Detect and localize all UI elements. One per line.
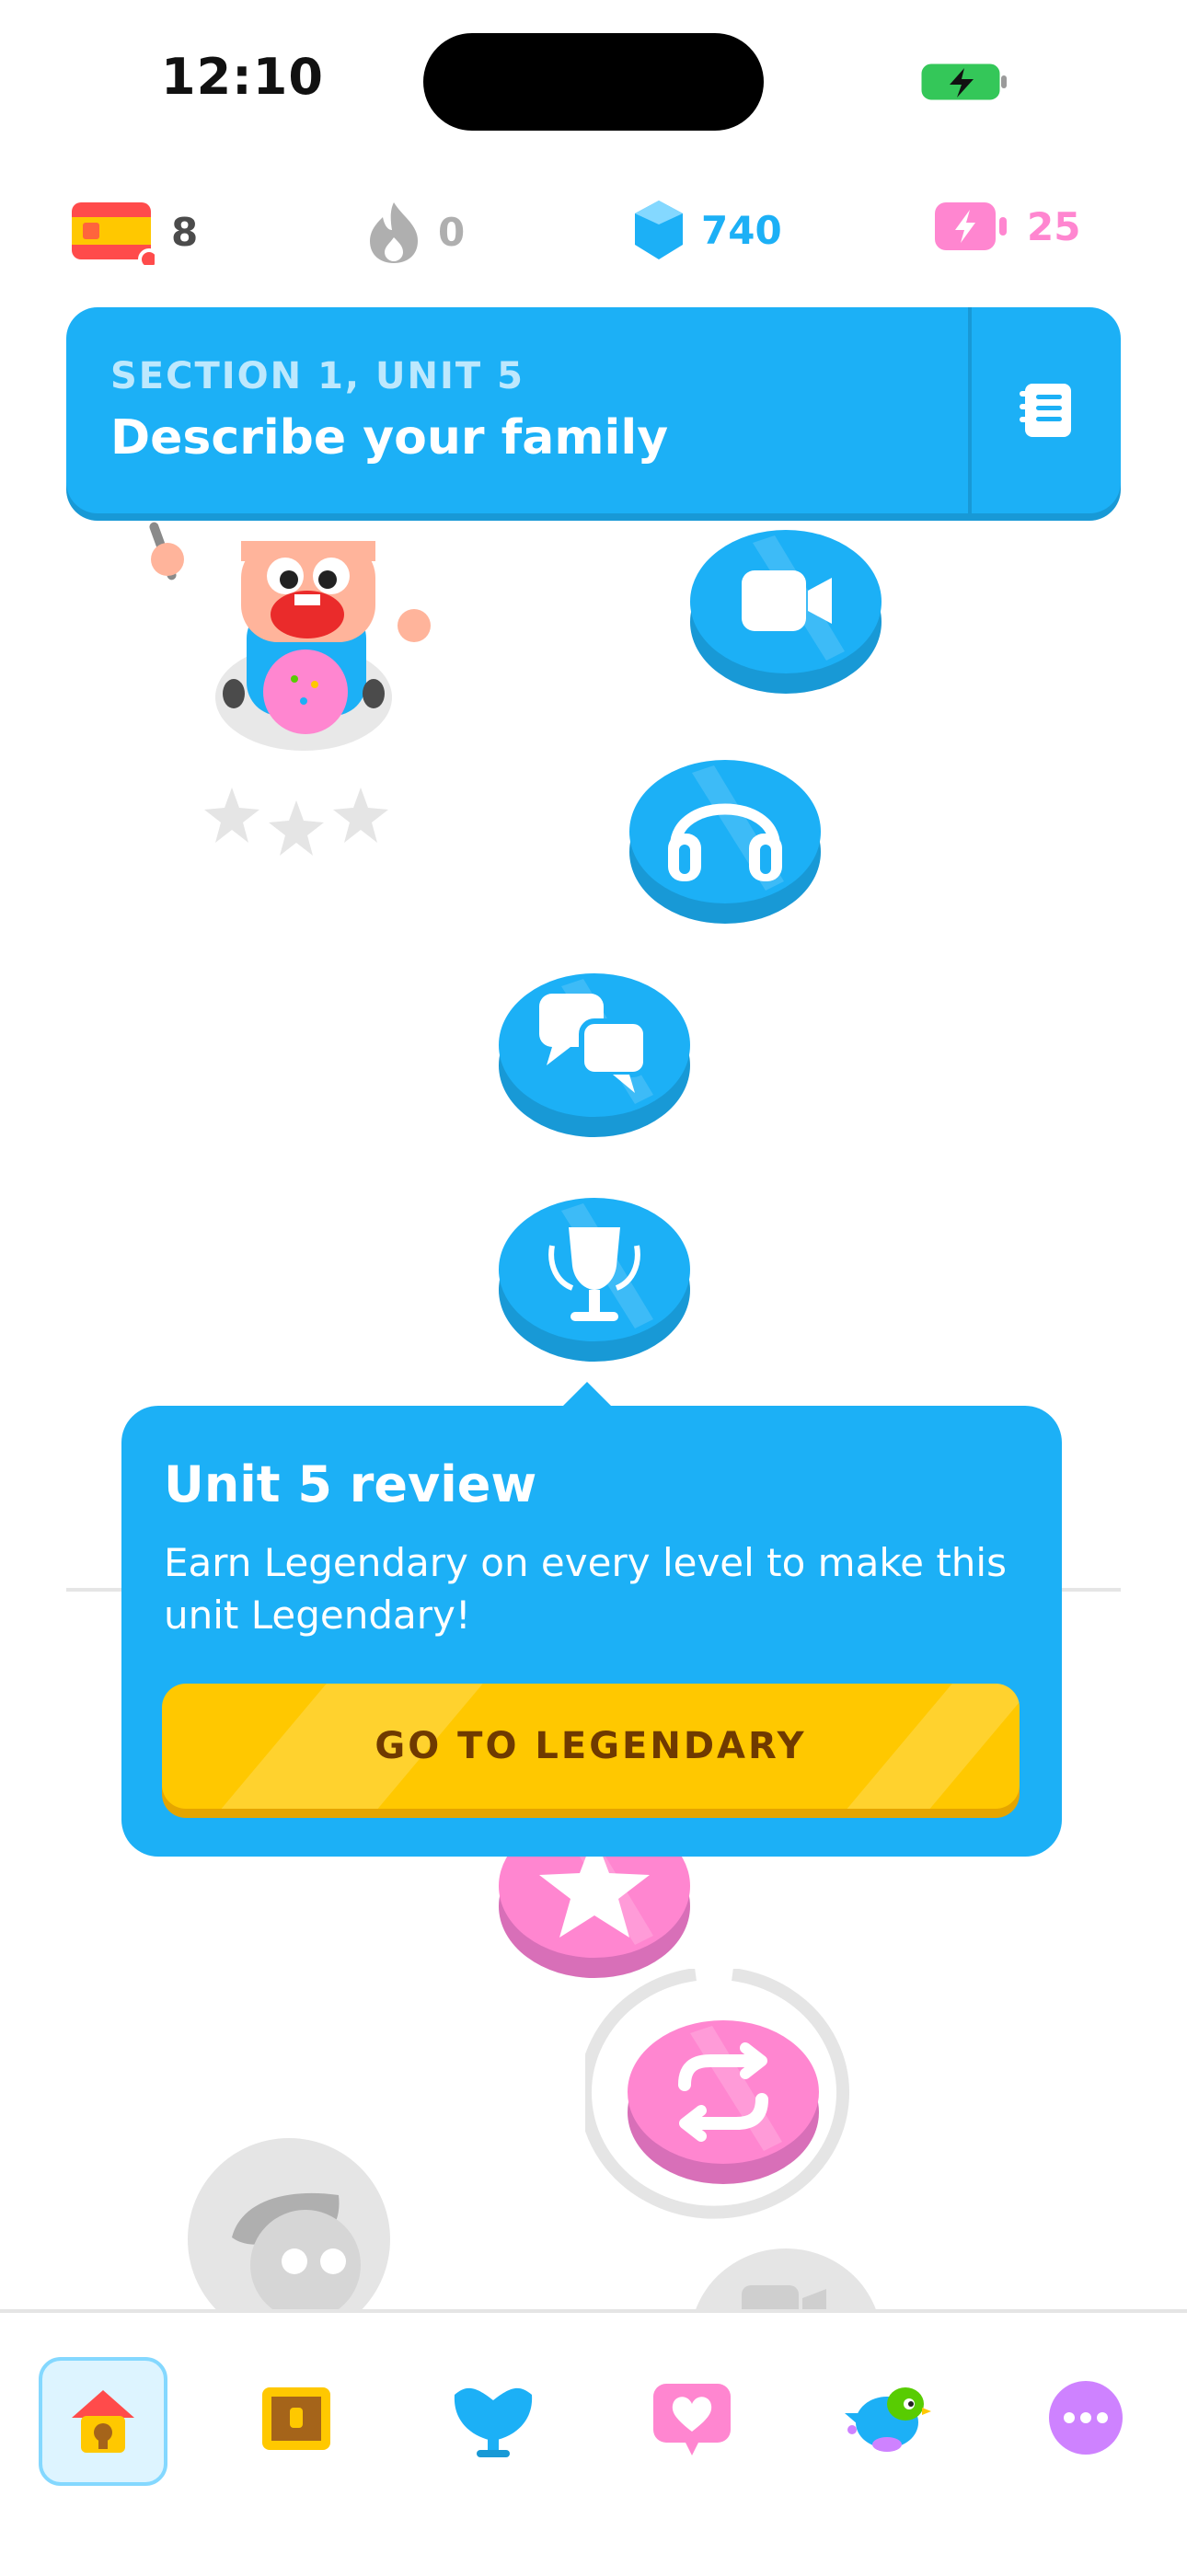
unit-section-label: SECTION 1, UNIT 5	[110, 355, 524, 397]
status-time: 12:10	[161, 48, 324, 106]
review-title: Unit 5 review	[164, 1455, 537, 1513]
gem-icon	[635, 201, 683, 259]
unit-review-node[interactable]	[497, 1181, 692, 1362]
review-card-pointer	[561, 1382, 613, 1408]
nav-learn[interactable]	[39, 2357, 167, 2486]
star-icon	[333, 788, 388, 843]
more-icon	[1049, 2381, 1123, 2455]
nav-stories[interactable]	[236, 2357, 357, 2478]
unit-header-banner[interactable]: SECTION 1, UNIT 5 Describe your family	[66, 307, 1121, 513]
guidebook-button[interactable]	[972, 307, 1121, 513]
unit-stars	[204, 788, 388, 856]
button-shine	[828, 1684, 1020, 1809]
bottom-navigation	[0, 2309, 1187, 2576]
review-description: Earn Legendary on every level to make th…	[164, 1540, 1007, 1638]
streak-stat[interactable]: 0	[366, 199, 465, 265]
fire-count: 0	[438, 209, 466, 255]
battery-icon	[921, 63, 1007, 100]
section-divider-left	[66, 1588, 125, 1592]
listening-lesson-node[interactable]	[628, 743, 823, 924]
go-to-legendary-button[interactable]: GO TO LEGENDARY	[162, 1684, 1020, 1809]
practice-repeat-node[interactable]	[585, 1969, 861, 2228]
go-to-legendary-label: GO TO LEGENDARY	[375, 1725, 807, 1767]
locked-lesson-node[interactable]	[688, 2243, 883, 2309]
gems-count: 740	[701, 207, 782, 253]
treasure-chest-icon	[262, 2387, 330, 2450]
nav-profile[interactable]	[828, 2357, 950, 2478]
mascot-character	[149, 522, 431, 751]
bird-icon	[845, 2387, 931, 2452]
nav-friends[interactable]	[631, 2357, 753, 2478]
nav-leaderboard[interactable]	[432, 2357, 554, 2478]
section-divider-right	[1062, 1588, 1121, 1592]
course-flag-stat[interactable]: 8	[70, 199, 198, 265]
video-icon	[742, 570, 806, 631]
unit-review-popover: Unit 5 review Earn Legendary on every le…	[121, 1406, 1062, 1857]
conversation-lesson-node[interactable]	[497, 957, 692, 1137]
home-icon	[72, 2390, 134, 2453]
locked-character-node[interactable]	[186, 2136, 392, 2311]
star-icon	[204, 788, 259, 843]
star-icon	[269, 800, 324, 856]
gems-stat[interactable]: 740	[633, 199, 782, 261]
unit-title: Describe your family	[110, 410, 669, 466]
nav-more[interactable]	[1025, 2357, 1147, 2478]
video-lesson-node[interactable]	[688, 513, 883, 694]
energy-count: 25	[1027, 203, 1081, 249]
guidebook-icon	[1020, 384, 1071, 437]
trophy-shield-icon	[454, 2387, 533, 2457]
fire-icon	[370, 202, 418, 263]
dynamic-island	[423, 33, 764, 131]
energy-stat[interactable]: 25	[933, 199, 1080, 254]
streak-count: 8	[171, 209, 199, 255]
heart-chat-icon	[653, 2384, 731, 2455]
spain-flag-icon	[72, 202, 155, 265]
energy-icon	[935, 202, 1007, 250]
